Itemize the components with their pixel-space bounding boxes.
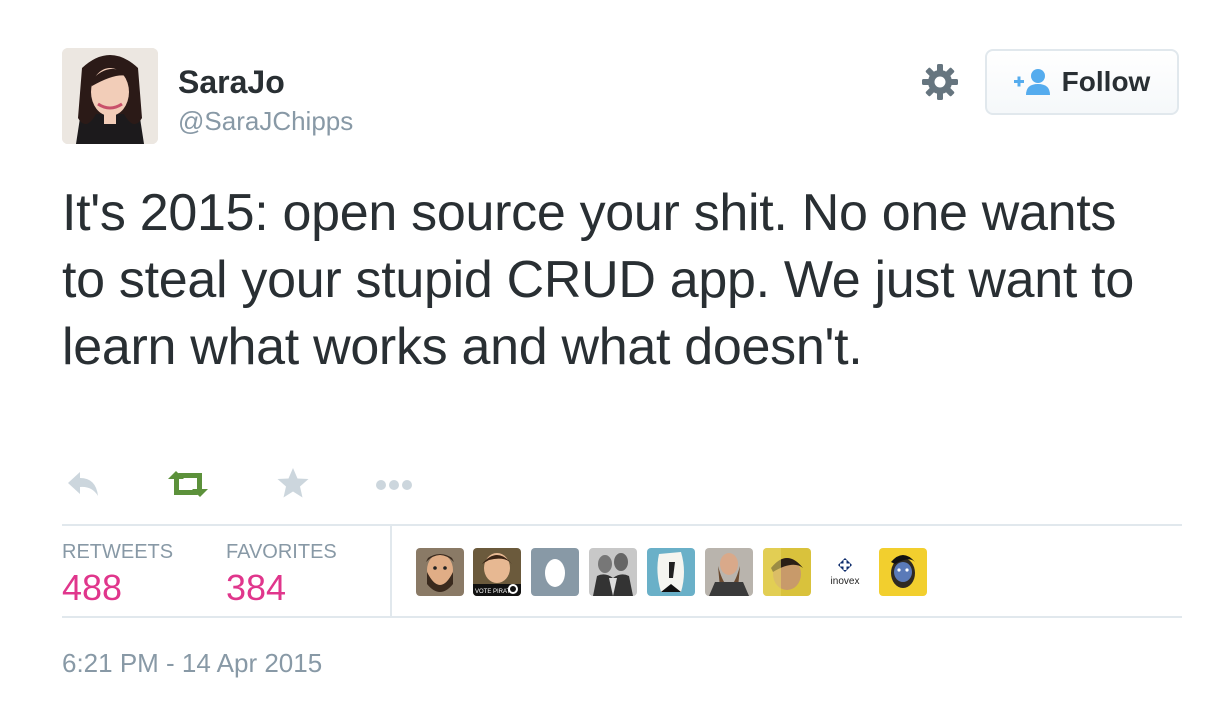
favoriter-avatar[interactable] [647,548,695,596]
favorite-button[interactable] [276,466,310,505]
screen-name[interactable]: @SaraJChipps [178,104,353,138]
favorites-label: FAVORITES [226,541,337,563]
star-icon [277,468,309,498]
more-button[interactable] [374,466,414,507]
user-avatar[interactable] [62,48,158,144]
retweet-button[interactable] [166,466,210,507]
profile-photo [62,48,158,144]
divider [390,526,392,616]
timestamp[interactable]: 6:21 PM - 14 Apr 2015 [62,648,322,679]
tweet-text: It's 2015: open source your shit. No one… [62,184,1134,376]
display-name[interactable]: SaraJo [178,62,285,102]
retweet-icon [168,471,208,497]
retweets-count[interactable]: 488 [62,567,122,609]
follow-button[interactable]: Follow [985,49,1179,115]
favoriter-avatar[interactable] [531,548,579,596]
reply-button[interactable] [64,466,100,507]
divider [62,524,1182,526]
follow-label: Follow [1061,66,1151,97]
svg-text:inovex: inovex [831,576,860,587]
favorites-count[interactable]: 384 [226,567,286,609]
favoriter-avatar[interactable] [589,548,637,596]
favoriter-avatar[interactable]: VOTE PIRATE [473,548,521,596]
favoriter-avatar[interactable] [879,548,927,596]
favoriter-avatar[interactable] [416,548,464,596]
retweets-label: RETWEETS [62,541,174,563]
more-dots-icon [376,480,412,490]
favoriter-avatar[interactable] [763,548,811,596]
favoriter-avatar[interactable] [705,548,753,596]
gear-icon[interactable] [920,62,960,102]
favoriter-avatar[interactable]: inovex [821,548,869,596]
divider [62,616,1182,618]
add-user-icon [1013,69,1050,95]
reply-icon [68,472,98,496]
